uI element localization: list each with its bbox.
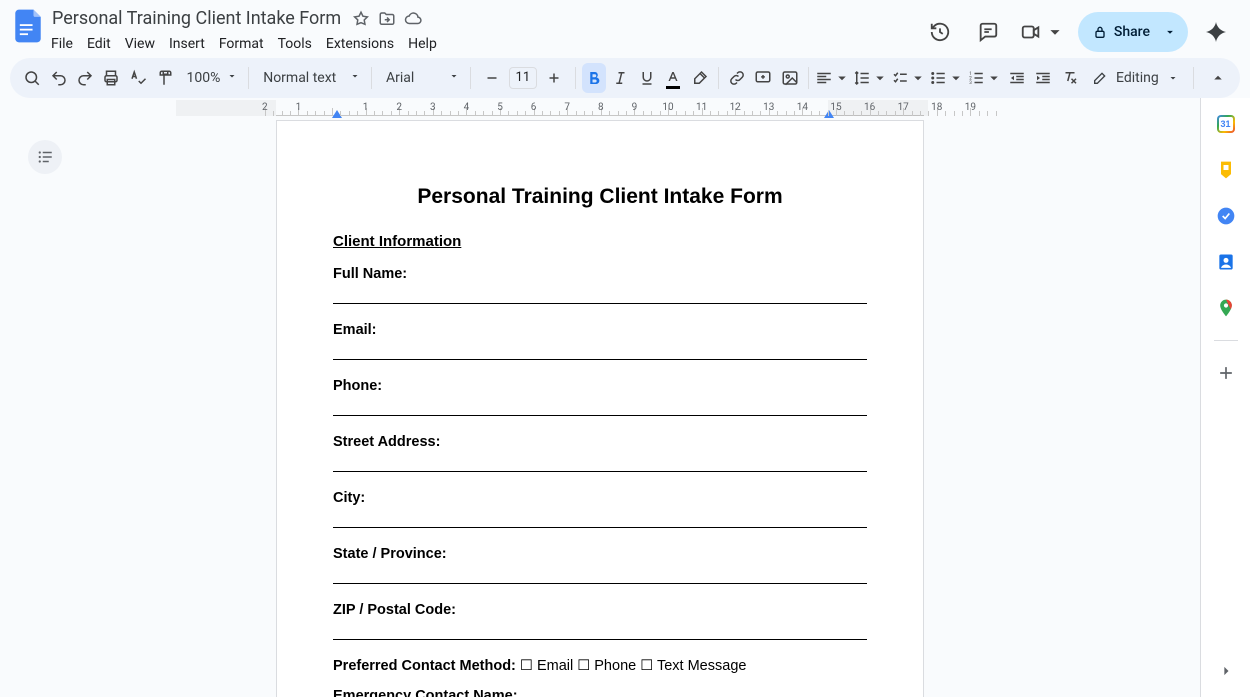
move-icon[interactable]: [377, 9, 397, 29]
insert-image-icon[interactable]: [777, 63, 801, 93]
get-addons-icon[interactable]: [1206, 353, 1246, 393]
horizontal-ruler[interactable]: 2112345678910111213141516171819: [0, 100, 1200, 116]
input-line: [333, 404, 867, 416]
zoom-combo[interactable]: 100%: [179, 64, 243, 92]
maps-app-icon[interactable]: [1206, 288, 1246, 328]
svg-text:3: 3: [969, 80, 972, 86]
insert-link-icon[interactable]: [725, 63, 749, 93]
underline-button[interactable]: [634, 63, 658, 93]
menu-file[interactable]: File: [44, 32, 80, 56]
label-city: City:: [333, 490, 365, 506]
collapse-toolbar-icon[interactable]: [1206, 63, 1230, 93]
bold-button[interactable]: [582, 63, 606, 93]
docs-logo[interactable]: [8, 6, 48, 46]
menu-view[interactable]: View: [118, 32, 162, 56]
doc-heading: Personal Training Client Intake Form: [333, 185, 867, 209]
paint-format-icon[interactable]: [152, 63, 176, 93]
highlight-button[interactable]: [687, 63, 711, 93]
increase-font-icon[interactable]: [539, 63, 569, 93]
menu-extensions[interactable]: Extensions: [319, 32, 401, 56]
calendar-app-icon[interactable]: [1206, 104, 1246, 144]
section-heading: Client Information: [333, 233, 867, 250]
label-pref-contact: Preferred Contact Method:: [333, 658, 516, 674]
share-options-chevron-icon[interactable]: [1156, 18, 1184, 46]
hide-side-panel-icon[interactable]: [1206, 651, 1246, 691]
label-street: Street Address:: [333, 434, 440, 450]
cloud-saved-icon[interactable]: [403, 9, 423, 29]
label-state: State / Province:: [333, 546, 447, 562]
menu-bar: File Edit View Insert Format Tools Exten…: [44, 32, 920, 56]
font-combo[interactable]: Arial: [378, 64, 464, 92]
checklist-button[interactable]: [891, 63, 927, 93]
label-zip: ZIP / Postal Code:: [333, 602, 456, 618]
line-spacing-button[interactable]: [853, 63, 889, 93]
pref-contact-options: ☐ Email ☐ Phone ☐ Text Message: [520, 658, 747, 674]
contacts-app-icon[interactable]: [1206, 242, 1246, 282]
side-panel: [1200, 98, 1250, 697]
meet-button[interactable]: [1016, 12, 1070, 52]
text-color-button[interactable]: [661, 63, 685, 93]
input-line: [333, 516, 867, 528]
align-button[interactable]: [815, 63, 851, 93]
spellcheck-icon[interactable]: [126, 63, 150, 93]
keep-app-icon[interactable]: [1206, 150, 1246, 190]
input-line: [333, 628, 867, 640]
font-value: Arial: [386, 70, 414, 86]
decrease-font-icon[interactable]: [477, 63, 507, 93]
document-scroll-area[interactable]: Personal Training Client Intake Form Cli…: [0, 120, 1200, 697]
label-full-name: Full Name:: [333, 266, 407, 282]
print-icon[interactable]: [99, 63, 123, 93]
font-size-input[interactable]: 11: [509, 67, 537, 89]
document-page[interactable]: Personal Training Client Intake Form Cli…: [276, 120, 924, 697]
menu-help[interactable]: Help: [401, 32, 444, 56]
clear-formatting-icon[interactable]: [1057, 63, 1081, 93]
italic-button[interactable]: [608, 63, 632, 93]
document-title[interactable]: Personal Training Client Intake Form: [48, 6, 345, 31]
menu-tools[interactable]: Tools: [271, 32, 319, 56]
undo-icon[interactable]: [46, 63, 70, 93]
redo-icon[interactable]: [73, 63, 97, 93]
input-line: [333, 460, 867, 472]
bulleted-list-button[interactable]: [929, 63, 965, 93]
menu-format[interactable]: Format: [212, 32, 271, 56]
decrease-indent-icon[interactable]: [1005, 63, 1029, 93]
menu-insert[interactable]: Insert: [162, 32, 212, 56]
input-line: [333, 292, 867, 304]
title-bar: Personal Training Client Intake Form Fil…: [0, 0, 1250, 58]
zoom-value: 100%: [187, 70, 221, 86]
input-line: [333, 348, 867, 360]
menu-edit[interactable]: Edit: [80, 32, 118, 56]
comments-icon[interactable]: [968, 12, 1008, 52]
tasks-app-icon[interactable]: [1206, 196, 1246, 236]
share-button[interactable]: Share: [1078, 12, 1188, 52]
search-icon[interactable]: [20, 63, 44, 93]
star-icon[interactable]: [351, 9, 371, 29]
label-email: Email:: [333, 322, 377, 338]
paragraph-style-value: Normal text: [263, 70, 336, 86]
input-line: [333, 572, 867, 584]
paragraph-style-combo[interactable]: Normal text: [255, 64, 365, 92]
history-icon[interactable]: [920, 12, 960, 52]
mode-combo[interactable]: Editing: [1084, 63, 1187, 93]
increase-indent-icon[interactable]: [1031, 63, 1055, 93]
share-label: Share: [1114, 24, 1150, 40]
label-emergency-name: Emergency Contact Name:: [333, 688, 518, 697]
add-comment-icon[interactable]: [751, 63, 775, 93]
show-outline-button[interactable]: [28, 140, 62, 174]
gemini-icon[interactable]: [1196, 12, 1236, 52]
mode-value: Editing: [1116, 70, 1159, 86]
toolbar: 100% Normal text Arial 11: [10, 58, 1240, 98]
numbered-list-button[interactable]: 123: [967, 63, 1003, 93]
label-phone: Phone:: [333, 378, 382, 394]
